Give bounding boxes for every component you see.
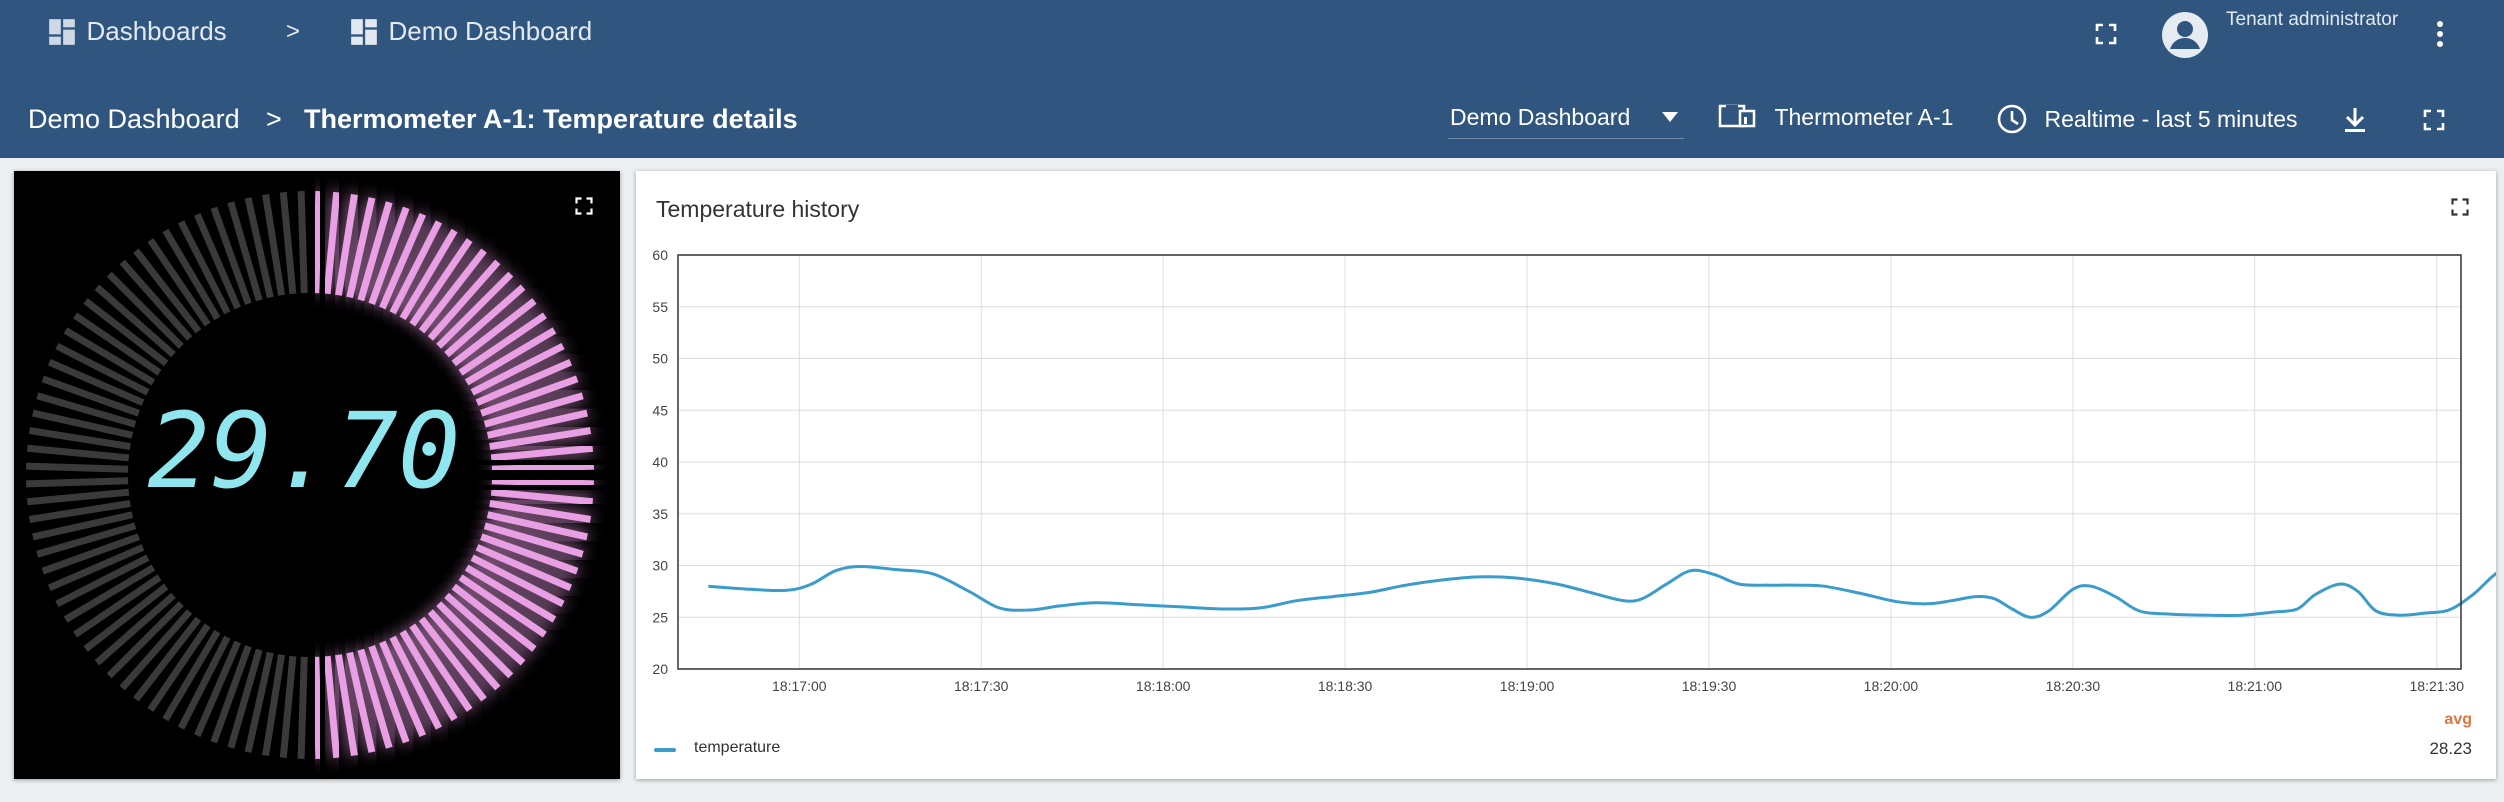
gauge-tick-inactive [279,655,297,759]
y-tick-label: 20 [652,661,668,677]
x-tick-label: 18:19:30 [1682,678,1737,694]
x-tick-label: 18:20:00 [1864,678,1919,694]
y-tick-label: 45 [652,402,668,418]
chart-widget: Temperature history 20 25 30 35 40 45 50 55 60 18… [636,171,2496,779]
x-tick-label: 18:18:30 [1318,678,1373,694]
clock-icon [1997,104,2027,134]
more-vert-icon[interactable] [2434,20,2446,48]
dashboard-grid-icon [49,18,75,45]
top-toolbar: Dashboards > Demo Dashboard Tenant admin… [0,0,2504,158]
gauge-value: 29.70 [147,390,460,512]
gauge-tick-inactive [26,477,129,488]
entity-selector[interactable]: Thermometer A-1 [1718,103,1953,131]
header-row: Dashboards > Demo Dashboard Tenant admin… [0,0,2504,68]
gauge-tick-active [490,488,594,506]
widget-fullscreen-icon[interactable] [574,196,594,216]
gauge-tick-active [312,656,323,759]
breadcrumb-dashboards[interactable]: Dashboards [48,16,227,47]
dropdown-arrow-icon [1662,112,1678,122]
x-tick-label: 18:19:00 [1500,678,1555,694]
dashboard-select-value: Demo Dashboard [1450,104,1631,130]
x-tick-label: 18:20:30 [2046,678,2101,694]
fullscreen-icon[interactable] [2094,22,2118,46]
x-tick-label: 18:17:00 [772,678,827,694]
legend-swatch [654,748,676,752]
gauge-tick-inactive [26,444,130,462]
gauge-tick-inactive [26,488,130,506]
timewindow-selector[interactable]: Realtime - last 5 minutes [1996,103,2298,135]
gauge-tick-inactive [26,462,129,473]
gauge-tick-active [491,477,594,488]
x-tick-label: 18:18:00 [1136,678,1191,694]
gauge-tick-active [323,655,341,759]
breadcrumb-label: Demo Dashboard [388,16,593,46]
series-line-temperature [708,564,2496,619]
y-tick-label: 40 [652,454,668,470]
gauge-tick-active [323,191,341,295]
radial-gauge: 29.70 [26,191,594,759]
timewindow-label: Realtime - last 5 minutes [2044,105,2298,132]
download-icon[interactable] [2342,106,2368,134]
gauge-tick-inactive [297,191,308,294]
entity-icon [1718,104,1756,128]
dashboard-select[interactable]: Demo Dashboard [1448,98,1684,139]
legend-label[interactable]: temperature [694,739,780,757]
dashboard-grid-icon [351,18,377,45]
user-name[interactable]: Tenant administrator [2226,9,2398,31]
gauge-tick-inactive [297,656,308,759]
y-tick-label: 50 [652,351,668,367]
breadcrumb-demo-dashboard[interactable]: Demo Dashboard [350,16,592,47]
y-tick-label: 55 [652,299,668,315]
x-tick-label: 18:21:00 [2228,678,2283,694]
y-tick-label: 25 [652,609,668,625]
breadcrumb-label: Dashboards [86,16,227,46]
dashboard-title[interactable]: Demo Dashboard [28,104,240,135]
x-tick-label: 18:17:30 [954,678,1009,694]
gauge-widget: 29.70 [14,171,620,779]
gauge-tick-active [490,444,594,462]
avatar-icon[interactable] [2162,12,2208,58]
gauge-tick-active [312,191,323,294]
y-tick-label: 35 [652,506,668,522]
y-tick-label: 30 [652,558,668,574]
dashboard-toolbar: Demo Dashboard > Thermometer A-1: Temper… [0,84,2504,158]
breadcrumb-separator: > [286,18,301,45]
state-separator: > [266,104,282,134]
gauge-tick-inactive [279,191,297,295]
gauge-tick-active [491,462,594,473]
x-tick-label: 18:21:30 [2409,678,2464,694]
temperature-line-chart: 20 25 30 35 40 45 50 55 60 18:17:00 18:17:30 18:18:… [652,247,2496,694]
legend-avg-header: avg [2444,711,2472,728]
state-title: Thermometer A-1: Temperature details [304,104,798,134]
entity-name: Thermometer A-1 [1774,103,1954,130]
legend-avg-value: 28.23 [2429,739,2472,758]
y-tick-label: 60 [652,247,668,263]
fullscreen-icon[interactable] [2422,108,2446,132]
